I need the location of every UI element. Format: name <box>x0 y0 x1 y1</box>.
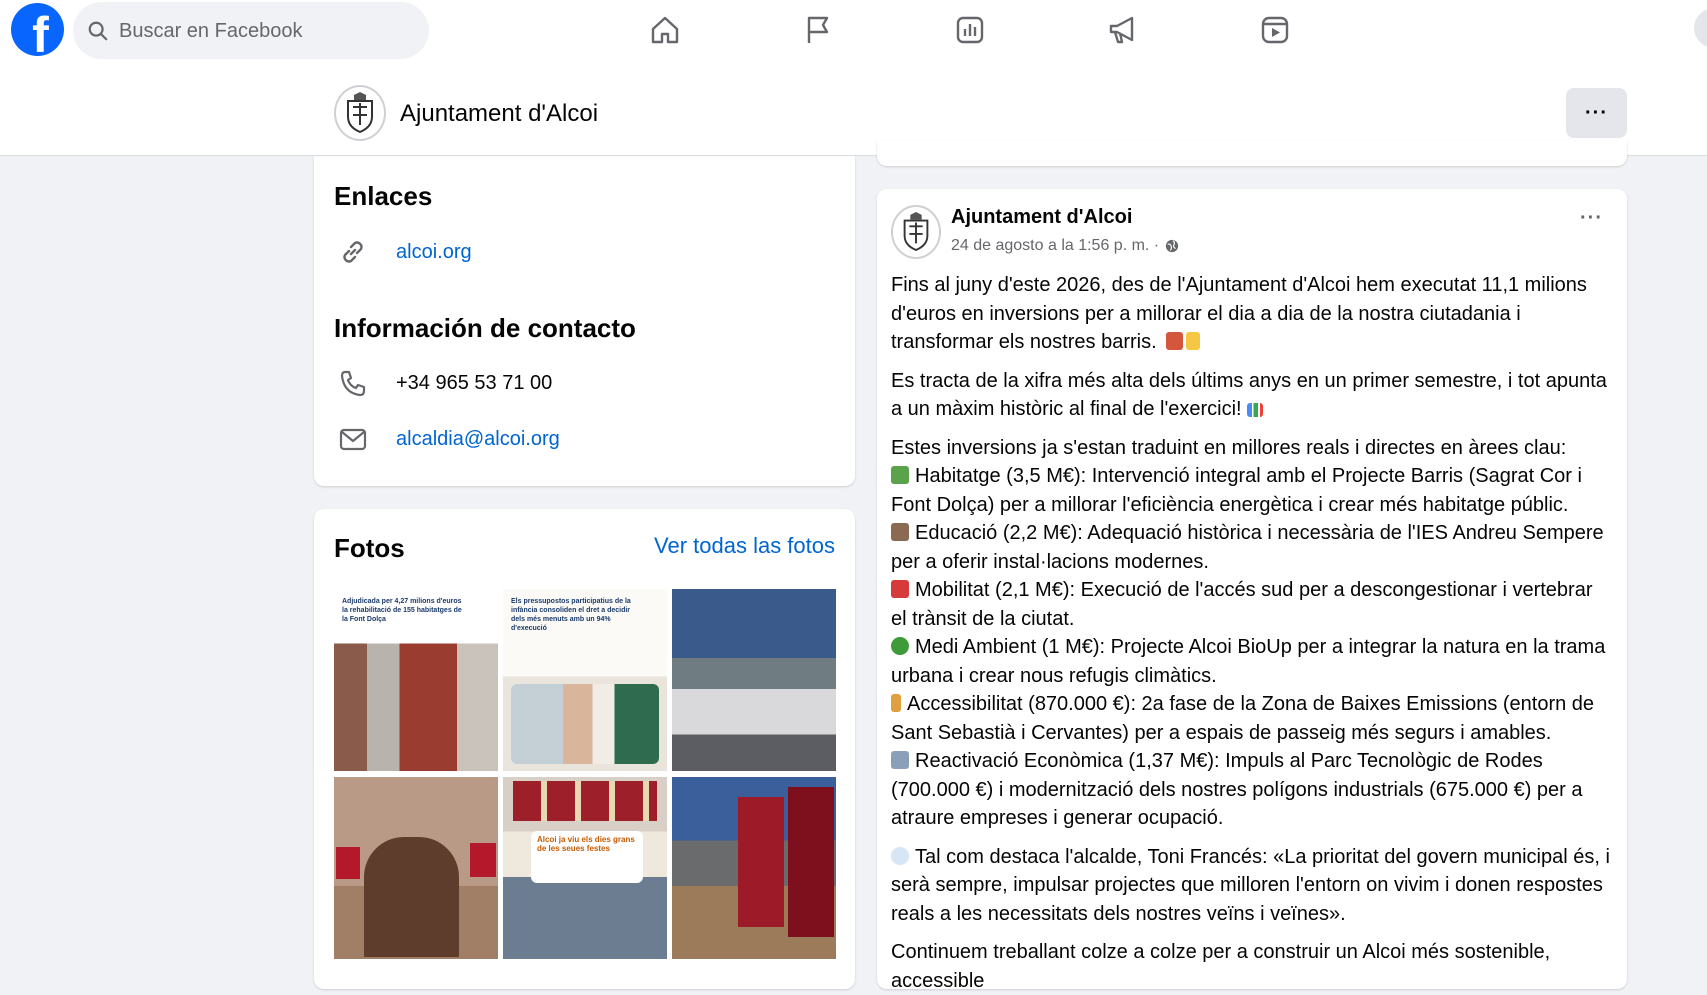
phone-number: +34 965 53 71 00 <box>396 371 553 394</box>
speech-bubble-icon <box>891 846 909 865</box>
website-link[interactable]: alcoi.org <box>396 241 472 264</box>
links-heading: Enlaces <box>334 181 433 211</box>
post-closing: Continuem treballant colze a colze per a… <box>891 941 1551 992</box>
home-icon[interactable] <box>642 12 688 48</box>
search-input[interactable] <box>119 18 419 44</box>
post-list-item: Mobilitat (2,1 M€): Execució de l'accés … <box>891 579 1593 630</box>
search-box[interactable] <box>73 2 429 59</box>
post-author[interactable]: Ajuntament d'Alcoi <box>951 206 1132 229</box>
photo-thumbnail[interactable]: Adjudicada per 4,27 milions d'euros la r… <box>334 589 498 771</box>
post-meta: 24 de agosto a la 1:56 p. m. · <box>951 237 1179 255</box>
post-list-item: Educació (2,2 M€): Adequació històrica i… <box>891 522 1604 573</box>
top-navigation-bar: f <box>0 0 1707 71</box>
contact-heading: Información de contacto <box>334 313 636 343</box>
insights-icon[interactable] <box>947 12 993 48</box>
photo-caption: Alcoi ja viu els dies grans de les seues… <box>537 835 635 853</box>
post-more-button[interactable]: ··· <box>1580 207 1603 230</box>
website-row: alcoi.org <box>334 233 472 271</box>
video-icon[interactable] <box>1252 12 1298 48</box>
post-paragraph: Estes inversions ja s'estan traduint en … <box>891 436 1567 459</box>
email-link[interactable]: alcaldia@alcoi.org <box>396 428 560 451</box>
photo-banners <box>513 781 657 821</box>
megaphone-icon[interactable] <box>1100 12 1146 48</box>
photo-caption: Adjudicada per 4,27 milions d'euros la r… <box>342 598 462 623</box>
page-title[interactable]: Ajuntament d'Alcoi <box>400 100 598 128</box>
photo-thumbnail[interactable]: Els pressupostos participatius de la inf… <box>503 589 667 771</box>
bar-chart-emoji-icon <box>1247 403 1264 417</box>
photo-banner <box>470 843 496 877</box>
post-list-item: Habitatge (3,5 M€): Intervenció integral… <box>891 465 1582 516</box>
post-paragraph: Fins al juny d'este 2026, des de l'Ajunt… <box>891 274 1587 353</box>
search-icon <box>88 21 108 41</box>
intro-card: Enlaces alcoi.org Información de contact… <box>314 156 855 486</box>
flag-icon[interactable] <box>795 12 841 48</box>
phone-icon <box>334 364 372 402</box>
mail-icon <box>334 420 372 458</box>
photos-heading: Fotos <box>334 533 405 563</box>
post-paragraph: Es tracta de la xifra més alta dels últi… <box>891 369 1607 421</box>
photo-banner <box>788 787 834 937</box>
globe-icon <box>1166 239 1179 253</box>
see-all-photos-link[interactable]: Ver todas las fotos <box>654 533 835 559</box>
photo-banner <box>738 797 784 927</box>
post-list-item: Accessibilitat (870.000 €): 2a fase de l… <box>891 693 1595 744</box>
books-emoji-icon <box>891 523 909 541</box>
photo-thumbnail[interactable] <box>334 777 498 959</box>
tree-emoji-icon <box>891 637 909 655</box>
phone-row: +34 965 53 71 00 <box>334 364 552 402</box>
post-author-avatar[interactable] <box>891 205 941 259</box>
facebook-logo-letter: f <box>32 6 49 63</box>
photos-card: Fotos Ver todas las fotos Adjudicada per… <box>314 509 855 989</box>
photo-thumbnail[interactable]: Alcoi ja viu els dies grans de les seues… <box>503 777 667 959</box>
factory-emoji-icon <box>891 751 909 769</box>
email-row: alcaldia@alcoi.org <box>334 420 560 458</box>
photo-door <box>364 837 459 957</box>
photo-inset <box>511 684 659 764</box>
photo-thumbnail[interactable] <box>672 589 836 771</box>
house-emoji-icon <box>891 466 909 484</box>
house-emoji-icon <box>1166 332 1184 350</box>
car-emoji-icon <box>891 580 909 598</box>
page-more-button[interactable]: ··· <box>1566 88 1627 138</box>
post-body: Fins al juny d'este 2026, des de l'Ajunt… <box>891 271 1613 995</box>
facebook-logo[interactable]: f <box>11 3 64 63</box>
walking-emoji-icon <box>891 694 901 712</box>
page-avatar[interactable] <box>334 85 386 141</box>
sparkles-icon <box>1186 332 1201 350</box>
photo-caption: Els pressupostos participatius de la inf… <box>511 598 631 632</box>
post-card: Ajuntament d'Alcoi 24 de agosto a la 1:5… <box>877 189 1627 992</box>
post-date[interactable]: 24 de agosto a la 1:56 p. m. · <box>951 237 1159 255</box>
previous-post-card <box>877 140 1627 166</box>
photo-grid: Adjudicada per 4,27 milions d'euros la r… <box>334 589 836 959</box>
post-list-item: Reactivació Econòmica (1,37 M€): Impuls … <box>891 750 1583 829</box>
account-avatar[interactable] <box>1694 8 1707 48</box>
photo-thumbnail[interactable] <box>672 777 836 959</box>
post-quote: Tal com destaca l'alcalde, Toni Francés:… <box>891 845 1610 925</box>
photo-banner <box>336 847 360 879</box>
link-icon <box>334 233 372 271</box>
post-list-item: Medi Ambient (1 M€): Projecte Alcoi BioU… <box>891 636 1606 687</box>
